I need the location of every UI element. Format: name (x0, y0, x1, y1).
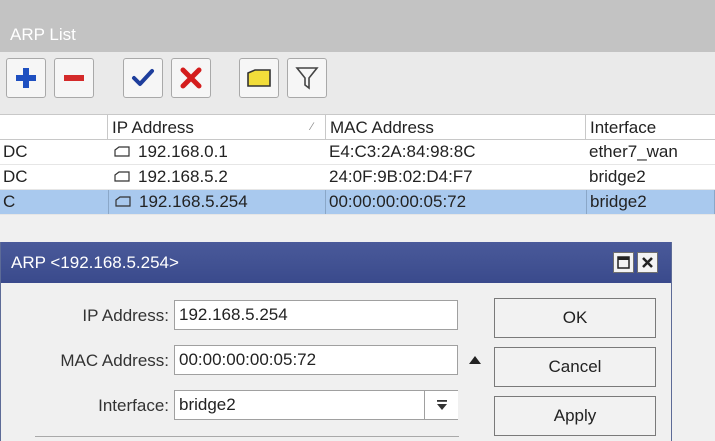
disable-x-icon (180, 67, 202, 89)
ip-address-label: IP Address: (82, 306, 169, 325)
remove-icon (64, 75, 84, 81)
ip-address-input[interactable]: 192.168.5.254 (174, 300, 458, 330)
filter-button[interactable] (287, 58, 327, 98)
ip-entry-icon (114, 170, 130, 182)
row-mac: 00:00:00:00:05:72 (329, 192, 467, 211)
table-row[interactable]: DC 192.168.5.2 24:0F:9B:02:D4:F7 bridge2 (0, 165, 715, 190)
triangle-up-icon (469, 356, 481, 364)
row-flags: C (3, 192, 16, 211)
sort-indicator-icon: ∕ (311, 121, 313, 133)
row-interface: bridge2 (589, 167, 646, 186)
interface-select[interactable]: bridge2 (174, 390, 458, 420)
row-mac: E4:C3:2A:84:98:8C (329, 142, 476, 161)
arp-edit-dialog: ARP <192.168.5.254> IP Address: 192.168.… (0, 242, 672, 441)
arp-list-titlebar[interactable]: ARP List (0, 0, 715, 52)
row-mac: 24:0F:9B:02:D4:F7 (329, 167, 473, 186)
row-interface: bridge2 (586, 190, 715, 214)
row-ip: 192.168.5.2 (138, 167, 228, 186)
close-icon (642, 257, 653, 268)
ip-entry-icon (114, 145, 130, 157)
interface-label: Interface: (98, 396, 169, 415)
arp-list-title: ARP List (10, 25, 76, 44)
close-button[interactable] (637, 252, 658, 273)
enable-button[interactable] (123, 58, 163, 98)
row-ip: 192.168.0.1 (138, 142, 228, 161)
apply-button[interactable]: Apply (494, 396, 656, 436)
add-button[interactable] (6, 58, 46, 98)
column-header-mac-address[interactable]: MAC Address (326, 115, 586, 140)
remove-button[interactable] (54, 58, 94, 98)
ip-entry-icon (115, 195, 131, 207)
row-ip: 192.168.5.254 (139, 192, 248, 211)
add-icon (16, 68, 36, 88)
interface-select-value: bridge2 (179, 395, 236, 414)
comment-button[interactable] (239, 58, 279, 98)
interface-dropdown-button[interactable] (424, 391, 458, 419)
row-ip-cell: 192.168.5.254 (108, 190, 326, 214)
table-row-selected[interactable]: C 192.168.5.254 00:00:00:00:05:72 bridge… (0, 190, 715, 215)
filter-funnel-icon (295, 67, 319, 90)
ok-button[interactable]: OK (494, 298, 656, 338)
table-header: IP Address ∕ MAC Address Interface (0, 114, 715, 140)
mac-address-input[interactable]: 00:00:00:00:05:72 (174, 345, 458, 375)
mac-address-label: MAC Address: (60, 351, 169, 370)
comment-note-icon (247, 69, 271, 87)
collapse-field-button[interactable] (462, 345, 488, 375)
toolbar (0, 52, 715, 114)
table-row[interactable]: DC 192.168.0.1 E4:C3:2A:84:98:8C ether7_… (0, 140, 715, 165)
column-header-interface[interactable]: Interface (586, 115, 715, 140)
dialog-titlebar[interactable]: ARP <192.168.5.254> (1, 242, 671, 283)
dropdown-arrow-icon (436, 400, 447, 410)
disable-button[interactable] (171, 58, 211, 98)
row-ip-cell: 192.168.0.1 (108, 140, 326, 164)
form-divider (35, 436, 459, 437)
arp-table: IP Address ∕ MAC Address Interface DC 19… (0, 114, 715, 215)
column-header-ip-address[interactable]: IP Address ∕ (108, 115, 326, 140)
row-flags: DC (3, 142, 28, 161)
column-header-ip-label: IP Address (112, 118, 194, 137)
enable-check-icon (132, 69, 154, 86)
dialog-title: ARP <192.168.5.254> (11, 253, 179, 272)
row-ip-cell: 192.168.5.2 (108, 165, 326, 189)
maximize-button[interactable] (613, 252, 634, 273)
column-header-flags[interactable] (0, 115, 108, 140)
row-interface: ether7_wan (589, 142, 678, 161)
cancel-button[interactable]: Cancel (494, 347, 656, 387)
maximize-icon (617, 256, 630, 269)
row-flags: DC (3, 167, 28, 186)
